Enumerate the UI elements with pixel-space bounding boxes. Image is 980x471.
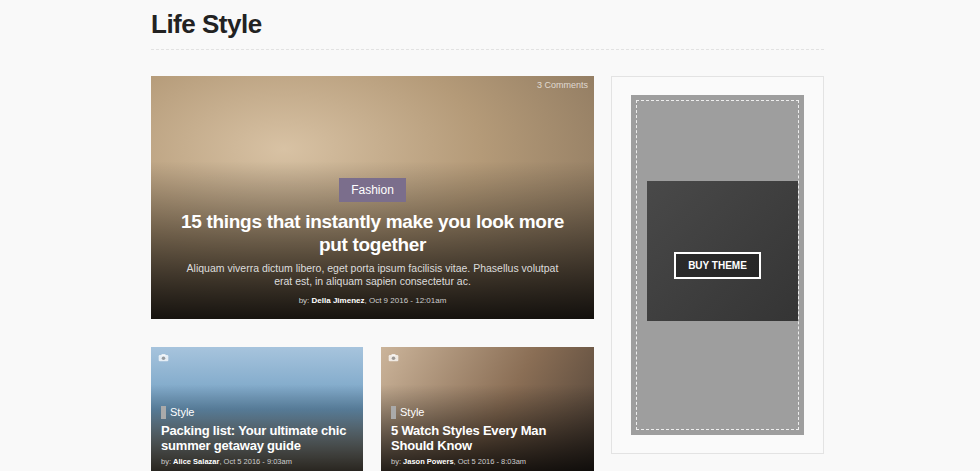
meta-separator: , <box>364 296 366 305</box>
camera-icon <box>158 353 169 362</box>
card-caption: Style 5 Watch Styles Every Man Should Kn… <box>381 406 594 471</box>
buy-theme-button[interactable]: BUY THEME <box>674 252 761 279</box>
camera-icon <box>388 353 399 362</box>
post-meta: by: Jason Powers, Oct 5 2016 - 8:03am <box>391 457 526 466</box>
page: Life Style 3 Comments Fashion 15 things … <box>0 0 980 471</box>
featured-caption: Fashion 15 things that instantly make yo… <box>151 178 594 319</box>
by-label: by: <box>391 457 401 466</box>
featured-post[interactable]: 3 Comments Fashion 15 things that instan… <box>151 76 594 319</box>
post-date: Oct 5 2016 - 8:03am <box>458 457 526 466</box>
post-meta: by: Alice Salazar, Oct 5 2016 - 9:03am <box>161 457 292 466</box>
post-list: Style Packing list: Your ultimate chic s… <box>151 347 594 471</box>
post-card[interactable]: Style Packing list: Your ultimate chic s… <box>151 347 363 471</box>
section-title: Life Style <box>151 9 824 50</box>
category-tag[interactable]: Fashion <box>339 178 406 202</box>
post-author[interactable]: Alice Salazar <box>173 457 219 466</box>
post-card[interactable]: Style 5 Watch Styles Every Man Should Kn… <box>381 347 594 471</box>
post-date: Oct 5 2016 - 9:03am <box>224 457 292 466</box>
category-tag[interactable]: Style <box>391 406 424 419</box>
meta-separator: , <box>219 457 221 466</box>
post-title[interactable]: Packing list: Your ultimate chic summer … <box>161 423 355 453</box>
posts-column: 3 Comments Fashion 15 things that instan… <box>151 76 594 471</box>
ad-panel: BUY THEME <box>611 76 824 454</box>
post-title[interactable]: 5 Watch Styles Every Man Should Know <box>391 423 586 453</box>
post-author[interactable]: Della Jimenez <box>312 296 365 305</box>
section: Life Style 3 Comments Fashion 15 things … <box>151 0 824 471</box>
ad-banner[interactable]: BUY THEME <box>631 95 804 435</box>
section-grid: 3 Comments Fashion 15 things that instan… <box>151 76 824 471</box>
by-label: by: <box>161 457 171 466</box>
post-author[interactable]: Jason Powers <box>403 457 453 466</box>
post-excerpt: Aliquam viverra dictum libero, eget port… <box>183 262 563 288</box>
meta-separator: , <box>454 457 456 466</box>
by-label: by: <box>299 296 310 305</box>
post-title[interactable]: 15 things that instantly make you look m… <box>173 210 572 256</box>
post-date: Oct 9 2016 - 12:01am <box>369 296 446 305</box>
category-tag[interactable]: Style <box>161 406 194 419</box>
post-meta: by: Della Jimenez, Oct 9 2016 - 12:01am <box>299 296 447 305</box>
card-caption: Style Packing list: Your ultimate chic s… <box>151 406 363 471</box>
ad-dashed-frame: BUY THEME <box>636 100 799 430</box>
comments-count[interactable]: 3 Comments <box>537 80 588 90</box>
